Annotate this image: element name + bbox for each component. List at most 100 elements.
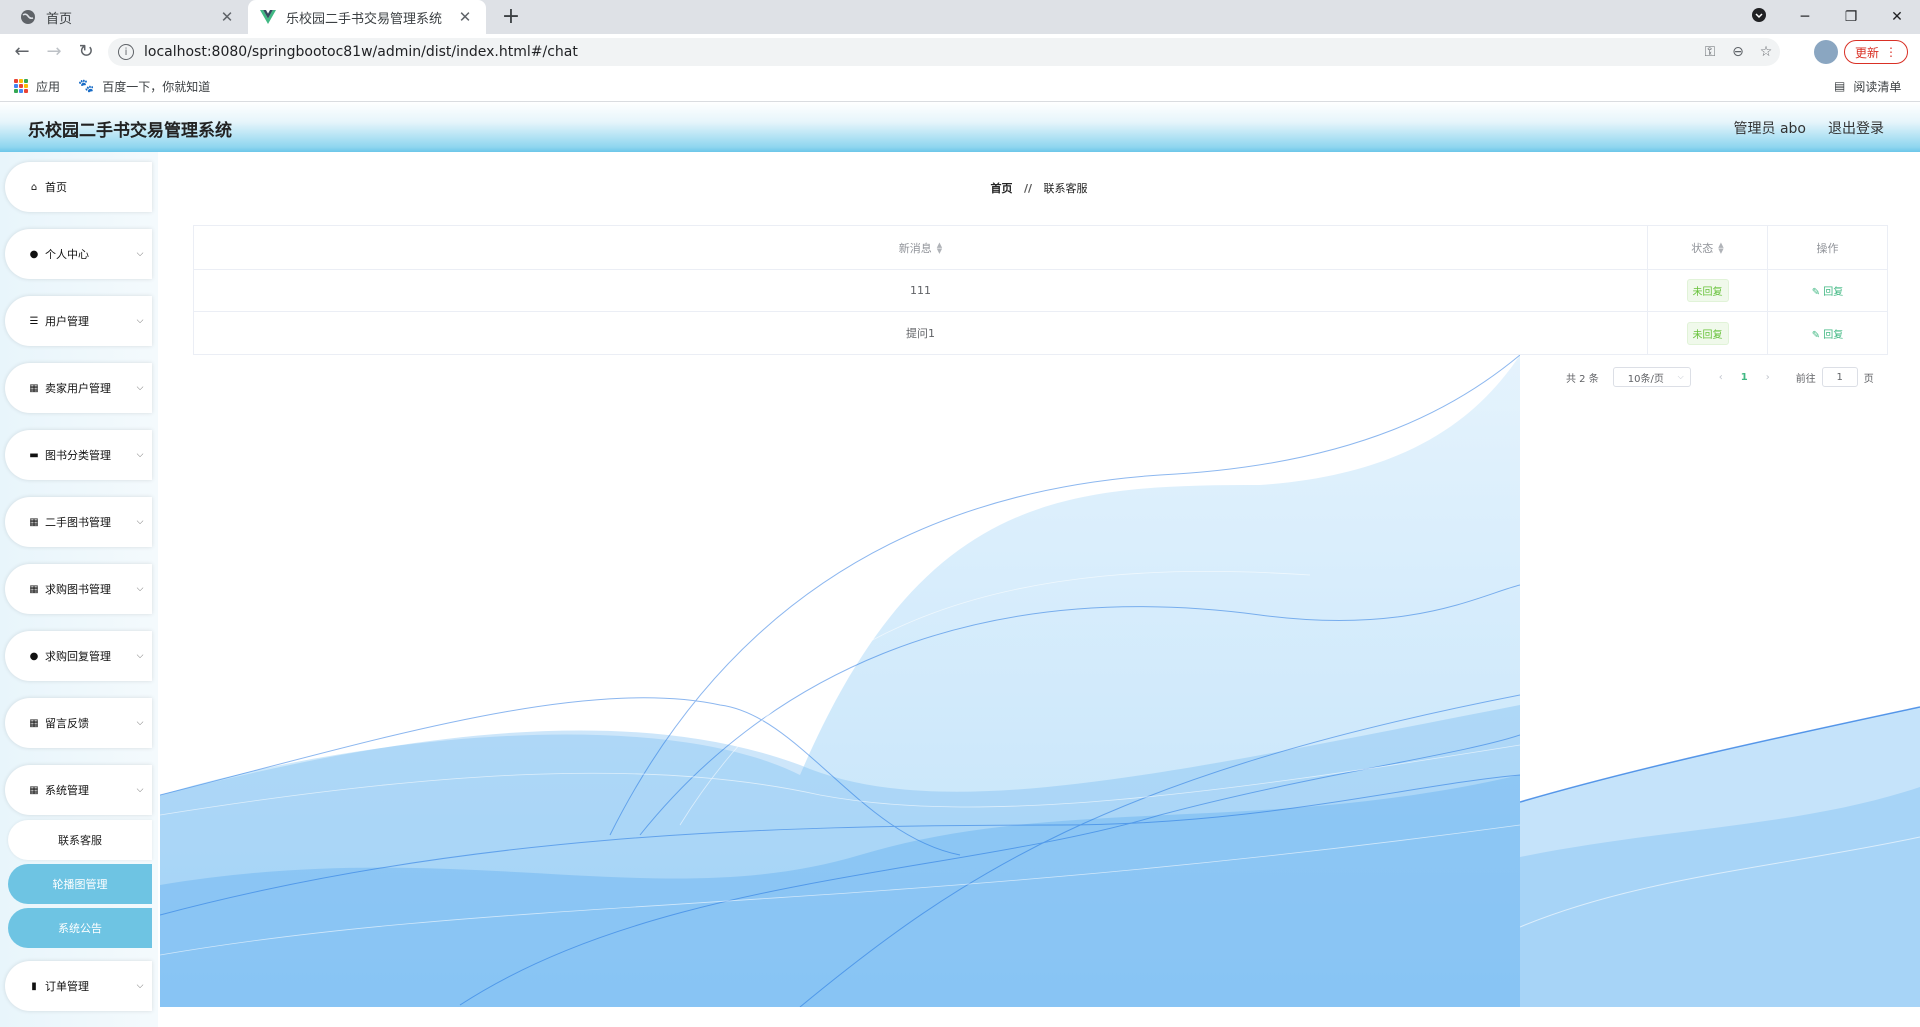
sidebar-item-label: 个人中心 (45, 248, 89, 261)
next-page-icon[interactable]: › (1766, 372, 1770, 383)
close-icon[interactable]: ✕ (218, 8, 236, 26)
bookmark-label: 应用 (36, 79, 61, 94)
sidebar-item-order-management[interactable]: ▮ 订单管理 ⌵ (5, 961, 152, 1011)
apps-grid-icon (14, 79, 28, 93)
sidebar-item-seller-management[interactable]: ▦ 卖家用户管理 ⌵ (5, 363, 152, 413)
browser-tab-system[interactable]: 乐校园二手书交易管理系统 ✕ (248, 0, 486, 34)
window-close-icon[interactable]: ✕ (1874, 9, 1920, 25)
bookmark-baidu[interactable]: 🐾 百度一下，你就知道 (78, 70, 210, 102)
sidebar-item-label: 求购图书管理 (45, 583, 111, 596)
header-new-message[interactable]: 新消息 ▲ ▼ (194, 226, 1648, 269)
table-row: 提问1 未回复 ✎ 回复 (194, 312, 1887, 354)
bookmark-apps[interactable]: 应用 (14, 70, 60, 102)
star-icon[interactable]: ☆ (1752, 44, 1780, 60)
message-table: 新消息 ▲ ▼ 状态 ▲ ▼ 操作 111 未回复 ✎ 回复 提问1 未回复 ✎… (193, 225, 1888, 355)
close-icon[interactable]: ✕ (456, 8, 474, 26)
profile-avatar[interactable] (1814, 40, 1838, 64)
grid-icon: ▦ (29, 717, 39, 729)
tab-search-icon[interactable] (1736, 8, 1782, 26)
sidebar-item-used-books[interactable]: ▦ 二手图书管理 ⌵ (5, 497, 152, 547)
omnibox[interactable]: i localhost:8080/springbootoc81w/admin/d… (108, 38, 1780, 66)
chevron-down-icon: ⌵ (136, 651, 144, 661)
grid-icon: ▦ (29, 516, 39, 528)
cell-status: 未回复 (1648, 270, 1768, 311)
sort-icon[interactable]: ▲ ▼ (1718, 241, 1723, 254)
sidebar-item-book-category[interactable]: ▬ 图书分类管理 ⌵ (5, 430, 152, 480)
user-info: 管理员 abo (1733, 121, 1806, 137)
restore-icon[interactable]: ❐ (1828, 9, 1874, 25)
sort-icon[interactable]: ▲ ▼ (937, 241, 942, 254)
tab-title: 首页 (46, 11, 73, 27)
reading-list[interactable]: ▤ 阅读清单 (1834, 70, 1901, 102)
sidebar-item-feedback[interactable]: ▦ 留言反馈 ⌵ (5, 698, 152, 748)
edit-icon: ✎ (1811, 287, 1821, 298)
sidebar-sub-contact-service[interactable]: 联系客服 (8, 820, 152, 860)
edit-icon: ✎ (1811, 329, 1821, 341)
status-badge: 未回复 (1686, 321, 1729, 345)
bar-chart-icon: ▮ (31, 980, 37, 992)
sidebar-sub-carousel[interactable]: 轮播图管理 (8, 864, 152, 904)
logout-button[interactable]: 退出登录 (1828, 118, 1884, 138)
prev-page-icon[interactable]: ‹ (1719, 372, 1723, 383)
info-icon[interactable]: i (118, 44, 134, 60)
cell-status: 未回复 (1648, 312, 1768, 354)
url-text[interactable]: localhost:8080/springbootoc81w/admin/dis… (144, 44, 1696, 60)
grid-icon: ▦ (29, 784, 39, 796)
table-row: 111 未回复 ✎ 回复 (194, 270, 1887, 312)
chevron-down-icon: ⌵ (136, 517, 144, 527)
reply-button[interactable]: ✎ 回复 (1812, 283, 1844, 298)
sidebar-item-wanted-replies[interactable]: ● 求购回复管理 ⌵ (5, 631, 152, 681)
main-content: 首页 // 联系客服 新消息 ▲ ▼ 状态 ▲ ▼ 操作 111 未回复 ✎ 回… (158, 152, 1920, 1027)
header-action: 操作 (1768, 226, 1887, 269)
update-button[interactable]: 更新 ⋮ (1844, 40, 1908, 64)
page-number-current[interactable]: 1 (1741, 372, 1748, 383)
header-status[interactable]: 状态 ▲ ▼ (1648, 226, 1768, 269)
new-tab-icon[interactable]: + (498, 4, 524, 30)
sidebar-item-personal-center[interactable]: ● 个人中心 ⌵ (5, 229, 152, 279)
page-size-value: 10条/页 (1627, 373, 1664, 385)
wave-background-right (1520, 706, 1920, 1007)
user-icon: ● (29, 650, 39, 662)
sidebar: ⌂ 首页 ● 个人中心 ⌵ ☰ 用户管理 ⌵ ▦ 卖家用户管理 ⌵ ▬ 图书分类… (0, 152, 158, 1027)
sidebar-item-label: 用户管理 (45, 315, 89, 328)
breadcrumb-current: 联系客服 (1043, 182, 1088, 195)
sidebar-item-system-management[interactable]: ▦ 系统管理 ⌵ (5, 765, 152, 815)
window-controls: ─ ❐ ✕ (1736, 0, 1920, 34)
pagination-total: 共 2 条 (1566, 373, 1599, 385)
user-icon: ● (29, 248, 39, 260)
breadcrumb-home[interactable]: 首页 (990, 182, 1012, 195)
cell-message: 提问1 (194, 312, 1648, 354)
browser-tab-home[interactable]: 首页 ✕ (8, 0, 248, 34)
reading-list-icon: ▤ (1834, 79, 1846, 93)
chevron-down-icon: ⌵ (136, 450, 144, 460)
breadcrumb: 首页 // 联系客服 (158, 180, 1920, 196)
cell-message: 111 (194, 270, 1648, 311)
page-size-select[interactable]: 10条/页 ⌵ (1612, 367, 1691, 387)
reply-button[interactable]: ✎ 回复 (1812, 326, 1844, 341)
reading-list-label: 阅读清单 (1853, 79, 1902, 94)
sidebar-item-home[interactable]: ⌂ 首页 (5, 162, 152, 212)
update-label: 更新 (1854, 45, 1879, 60)
chevron-down-icon: ⌵ (136, 785, 144, 795)
goto-page-input[interactable]: 1 (1821, 367, 1858, 387)
forward-icon[interactable]: → (42, 40, 66, 64)
reply-label: 回复 (1823, 287, 1844, 298)
breadcrumb-separator: // (1023, 182, 1033, 195)
sliders-icon: ☰ (29, 315, 39, 327)
cell-action: ✎ 回复 (1768, 312, 1887, 354)
sidebar-item-label: 留言反馈 (45, 717, 89, 730)
zoom-icon[interactable]: ⊖ (1724, 44, 1752, 60)
app-title: 乐校园二手书交易管理系统 (28, 121, 232, 141)
chevron-down-icon: ⌵ (136, 249, 144, 259)
chevron-down-icon: ⌵ (1677, 372, 1684, 381)
minimize-icon[interactable]: ─ (1782, 9, 1828, 25)
key-icon[interactable]: ⚿ (1696, 44, 1724, 60)
reload-icon[interactable]: ↻ (74, 40, 98, 64)
sidebar-sub-announcement[interactable]: 系统公告 (8, 908, 152, 948)
back-icon[interactable]: ← (10, 40, 34, 64)
grid-icon: ▦ (29, 382, 39, 394)
sidebar-item-user-management[interactable]: ☰ 用户管理 ⌵ (5, 296, 152, 346)
sidebar-item-wanted-books[interactable]: ▦ 求购图书管理 ⌵ (5, 564, 152, 614)
briefcase-icon: ▬ (29, 449, 39, 461)
sidebar-item-label: 二手图书管理 (45, 516, 111, 529)
